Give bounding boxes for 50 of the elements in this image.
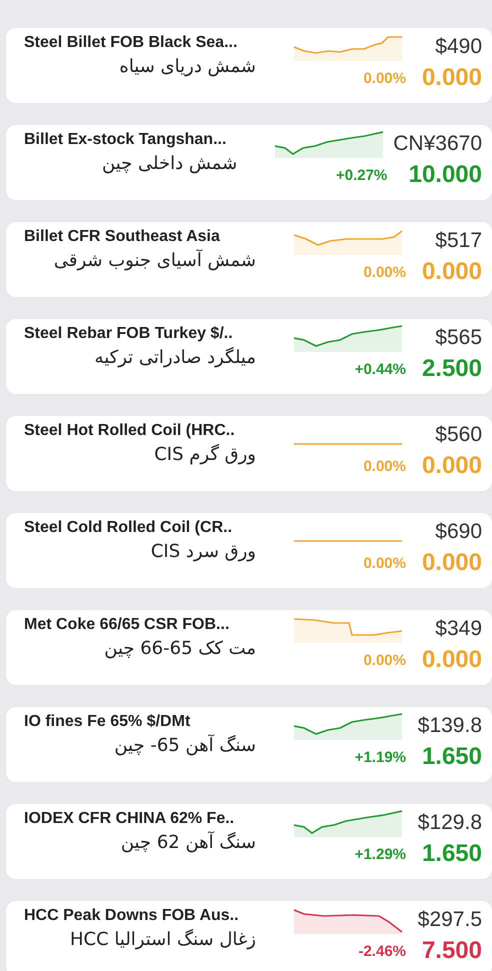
change-percent: -2.46%	[358, 942, 406, 960]
change-percent: 0.00%	[363, 652, 406, 668]
change-value: 2.500	[422, 355, 482, 383]
change-value: 0.000	[422, 452, 482, 480]
price-value: $490	[435, 35, 482, 59]
item-subtitle: ورق گرم CIS	[153, 444, 257, 465]
change-percent: +1.29%	[354, 846, 406, 862]
price-value: $129.8	[418, 811, 482, 835]
item-subtitle: شمش داخلی چین	[101, 153, 238, 174]
price-value: $690	[435, 520, 482, 544]
price-value: $297.5	[418, 908, 482, 932]
item-subtitle: شمش آسیای جنوب شرقی	[52, 250, 257, 271]
change-value: 0.000	[422, 64, 482, 92]
item-subtitle: زغال سنگ استرالیا HCC	[69, 929, 257, 950]
price-value: $349	[435, 617, 482, 641]
change-percent: 0.00%	[363, 554, 406, 572]
change-value: 0.000	[422, 549, 482, 577]
price-value: $560	[435, 423, 482, 447]
price-value: $565	[435, 326, 482, 350]
item-title: Steel Rebar FOB Turkey $/..	[24, 325, 234, 343]
item-title: Met Coke 66/65 CSR FOB...	[24, 616, 230, 634]
item-title: Steel Cold Rolled Coil (CR..	[24, 519, 234, 537]
change-value: 7.500	[422, 937, 482, 965]
price-value: $139.8	[418, 714, 482, 738]
change-percent: 0.00%	[363, 458, 406, 474]
item-subtitle: شمش دریای سیاه	[118, 56, 257, 77]
item-subtitle: سنگ آهن 65- چین	[113, 735, 257, 756]
change-value: 1.650	[422, 840, 482, 868]
change-value: 10.000	[408, 161, 482, 189]
change-percent: +1.19%	[354, 748, 406, 766]
item-subtitle: سنگ آهن 62 چین	[120, 832, 257, 853]
change-percent: 0.00%	[363, 70, 406, 86]
item-title: IO fines Fe 65% $/DMt	[24, 713, 192, 731]
item-title: HCC Peak Downs FOB Aus..	[24, 907, 240, 925]
item-title: IODEX CFR CHINA 62% Fe..	[24, 810, 236, 828]
item-title: Billet Ex-stock Tangshan...	[24, 131, 228, 149]
item-subtitle: میلگرد صادراتی ترکیه	[94, 347, 257, 368]
item-subtitle: ورق سرد CIS	[150, 541, 257, 562]
change-value: 1.650	[422, 743, 482, 771]
item-title: Billet CFR Southeast Asia	[24, 228, 221, 246]
price-value: $517	[435, 229, 482, 253]
change-percent: +0.27%	[336, 166, 388, 184]
item-subtitle: مت کک 65-66 چین	[103, 638, 257, 659]
item-title: Steel Billet FOB Black Sea...	[24, 34, 238, 52]
change-value: 0.000	[422, 258, 482, 286]
item-title: Steel Hot Rolled Coil (HRC..	[24, 422, 236, 440]
change-percent: +0.44%	[354, 360, 406, 378]
change-percent: 0.00%	[363, 264, 406, 280]
change-value: 0.000	[422, 646, 482, 674]
price-value: CN¥3670	[393, 132, 482, 156]
